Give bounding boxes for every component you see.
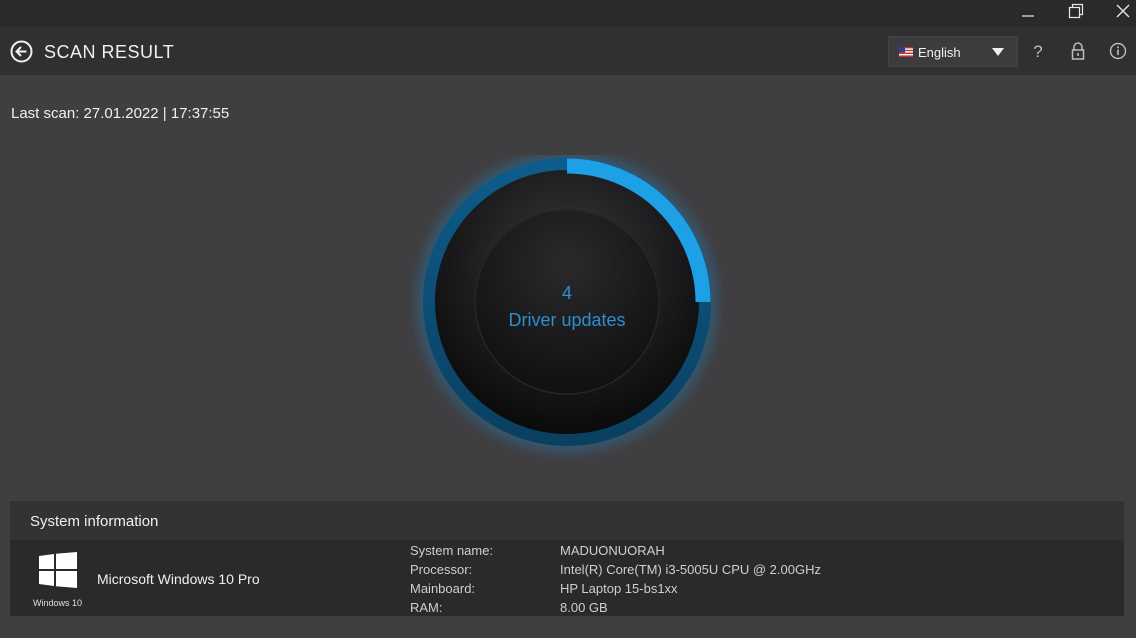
- help-button[interactable]: ?: [1028, 41, 1048, 61]
- processor-value: Intel(R) Core(TM) i3-5005U CPU @ 2.00GHz: [560, 562, 821, 577]
- lock-button[interactable]: [1068, 41, 1088, 61]
- window-titlebar: [0, 0, 1136, 27]
- system-name-label: System name:: [410, 543, 494, 558]
- os-caption: Windows 10: [33, 598, 83, 608]
- system-name-value: MADUONUORAH: [560, 543, 665, 558]
- minimize-icon: [1022, 15, 1034, 17]
- lock-icon: [1071, 42, 1085, 60]
- driver-updates-gauge: 4 Driver updates: [409, 144, 730, 465]
- question-icon: ?: [1033, 42, 1042, 61]
- info-button[interactable]: [1108, 41, 1128, 61]
- page-title: SCAN RESULT: [44, 42, 175, 62]
- language-label: English: [918, 45, 961, 60]
- us-flag-icon: [899, 47, 913, 57]
- ram-value: 8.00 GB: [560, 600, 608, 615]
- os-name: Microsoft Windows 10 Pro: [97, 571, 260, 587]
- processor-label: Processor:: [410, 562, 473, 577]
- info-icon: [1109, 42, 1127, 60]
- system-information-body: Windows 10 Microsoft Windows 10 Pro Syst…: [10, 540, 1124, 616]
- windows-logo-icon: [39, 552, 77, 588]
- mainboard-value: HP Laptop 15-bs1xx: [560, 581, 678, 596]
- ram-label: RAM:: [410, 600, 443, 615]
- driver-update-label: Driver updates: [508, 310, 626, 330]
- restore-button[interactable]: [1061, 0, 1091, 22]
- language-select[interactable]: English: [888, 36, 1018, 67]
- system-information-title: System information: [30, 513, 159, 530]
- app-header: SCAN RESULT English ?: [0, 27, 1136, 75]
- driver-update-count: 4: [561, 283, 572, 303]
- back-button[interactable]: [10, 40, 33, 63]
- close-button[interactable]: [1108, 0, 1136, 22]
- mainboard-label: Mainboard:: [410, 581, 476, 596]
- last-scan-timestamp: Last scan: 27.01.2022 | 17:37:55: [11, 105, 230, 122]
- svg-text:?: ?: [1033, 42, 1042, 61]
- chevron-down-icon: [992, 48, 1004, 56]
- close-icon: [1116, 4, 1130, 18]
- back-arrow-icon: [10, 40, 33, 63]
- restore-icon: [1068, 3, 1084, 19]
- system-information-panel: System information Windows 10 Microsoft …: [10, 501, 1124, 616]
- minimize-button[interactable]: [1013, 0, 1043, 22]
